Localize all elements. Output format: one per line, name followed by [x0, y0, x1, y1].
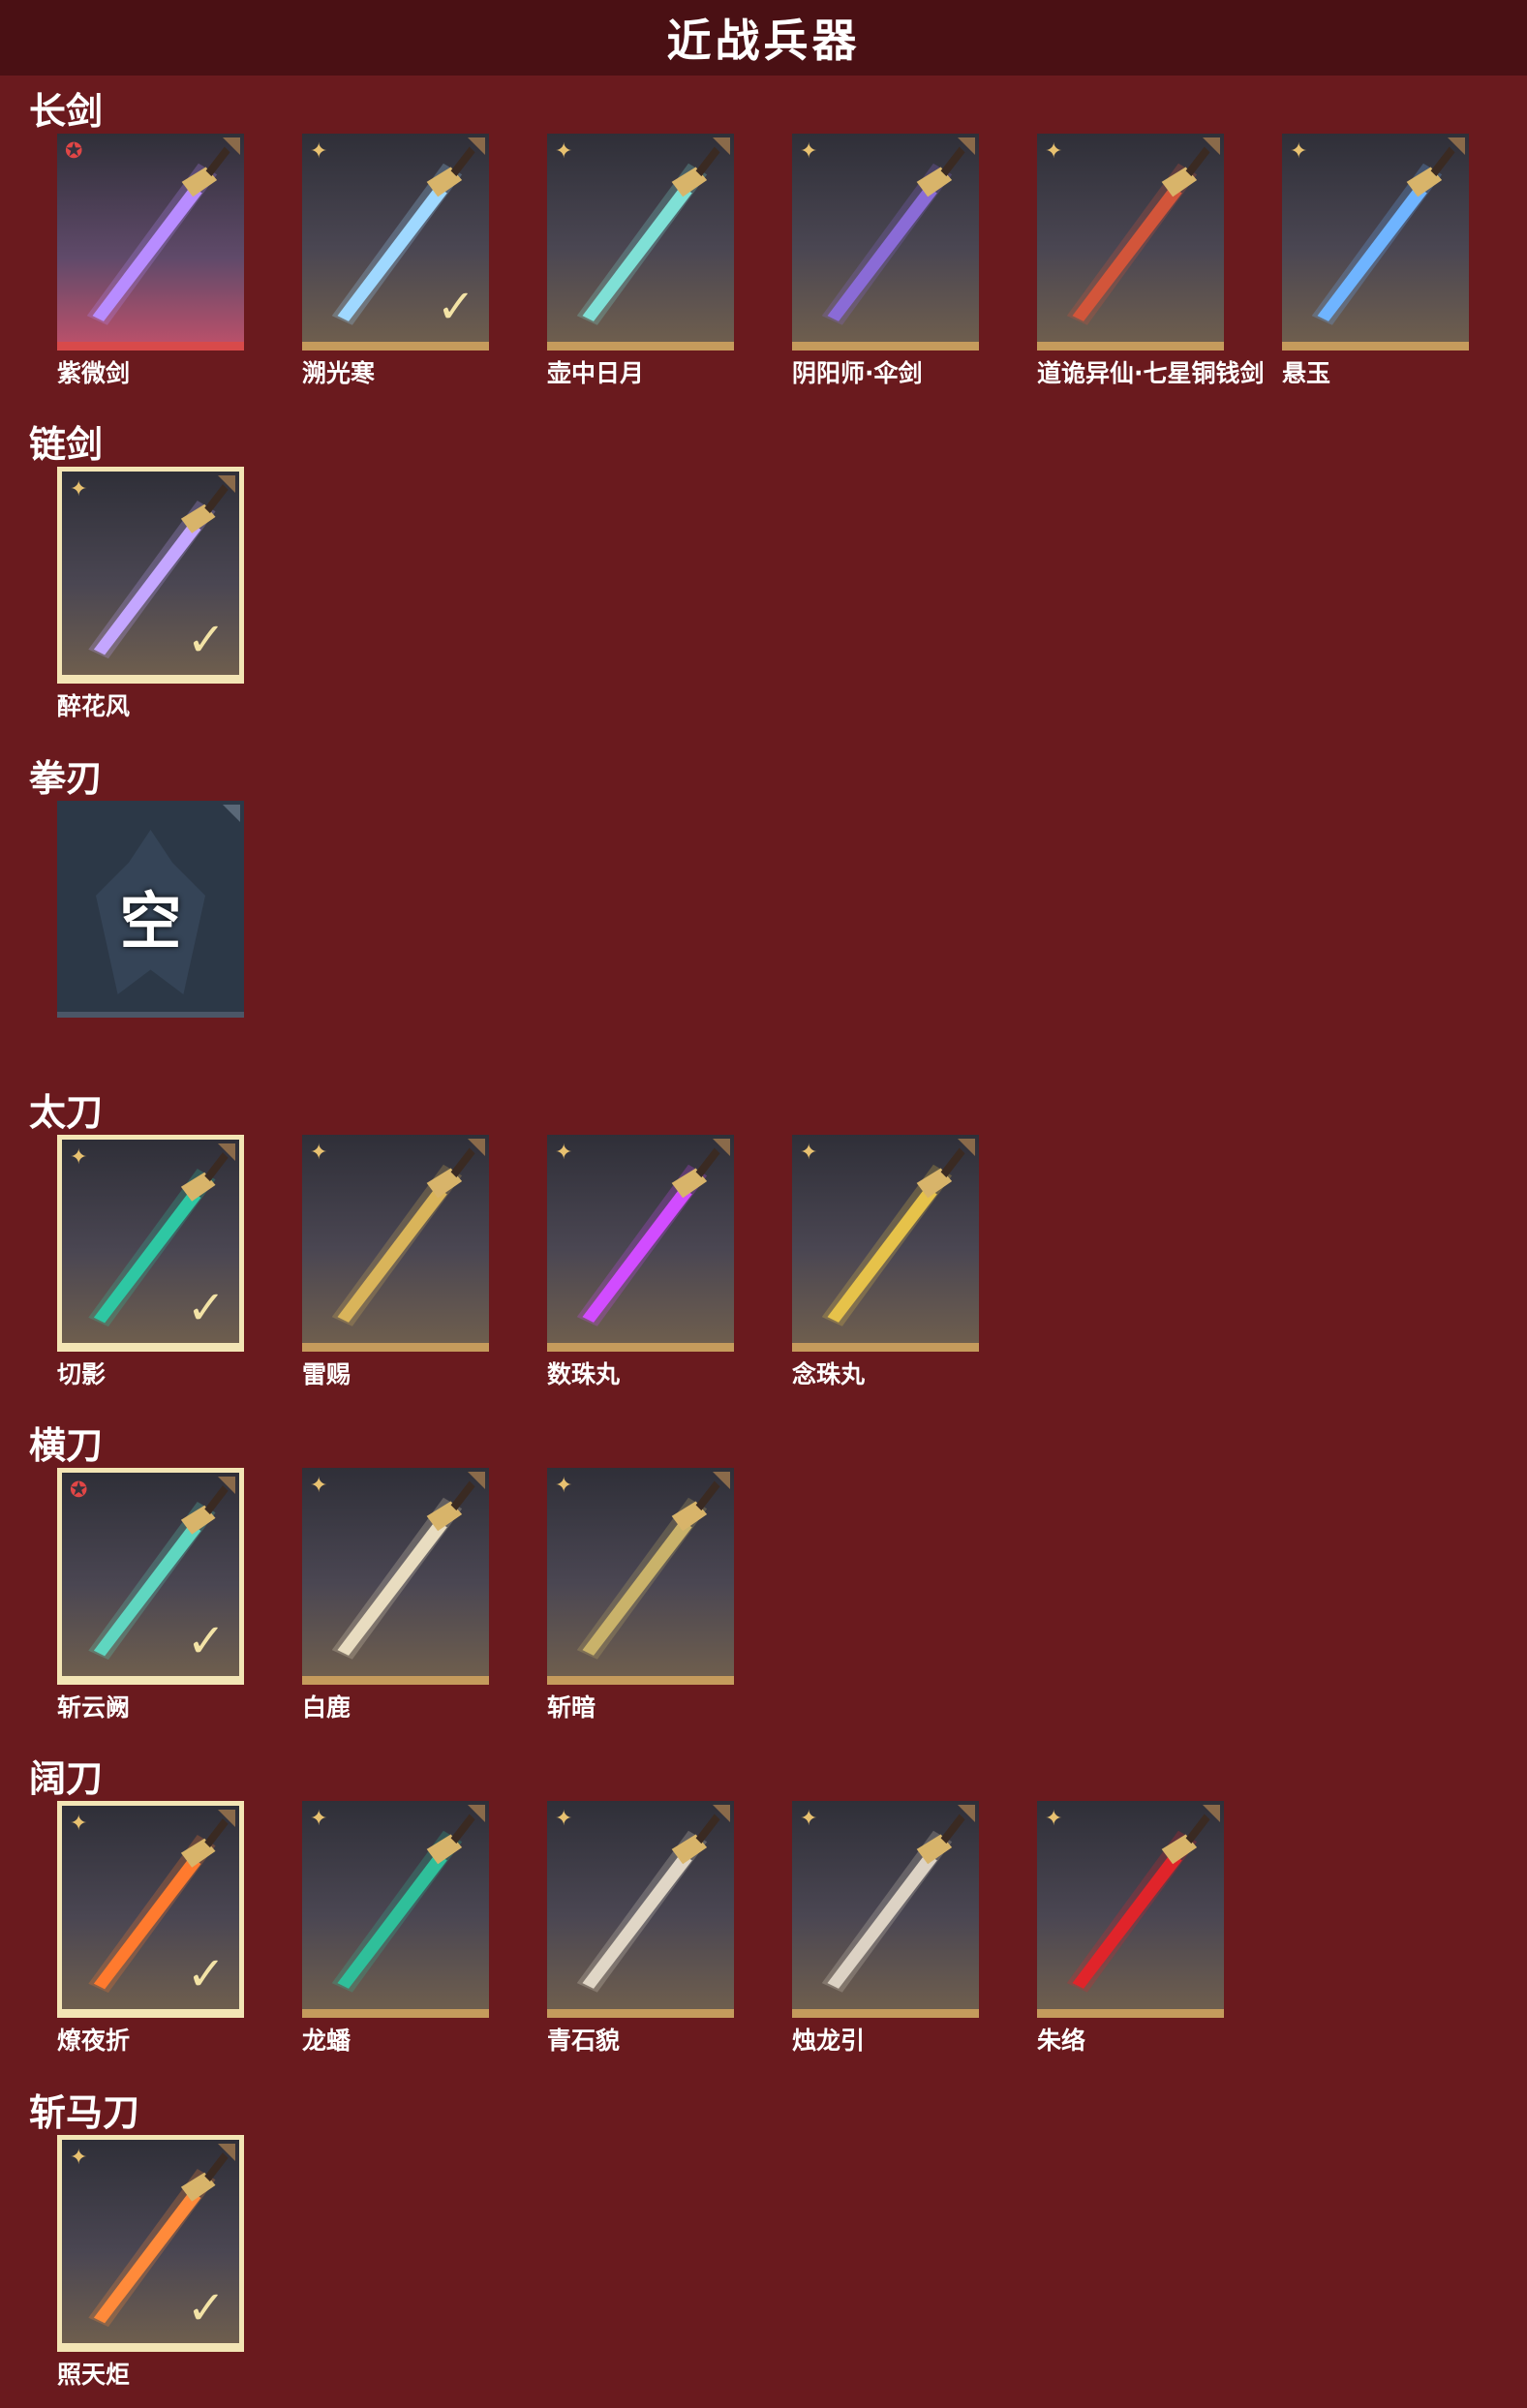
weapon-name: 悬玉 [1282, 359, 1331, 387]
gold-star-icon: ✦ [555, 1807, 573, 1831]
gold-star-icon: ✦ [70, 1812, 88, 1836]
weapon-artwork [1311, 146, 1455, 325]
weapon-name: 烛龙引 [792, 2027, 866, 2055]
weapon-name: 溯光寒 [302, 359, 376, 387]
red-star-icon: ✪ [65, 139, 83, 164]
weapon-name: 雷赐 [302, 1360, 351, 1388]
weapon-name: 斩云阙 [57, 1693, 131, 1722]
weapon-card[interactable]: ✦ [1037, 134, 1224, 351]
weapon-artwork [821, 146, 965, 325]
weapon-name: 朱络 [1037, 2027, 1086, 2055]
gold-star-icon: ✦ [310, 1141, 328, 1165]
weapon-artwork [331, 1147, 475, 1326]
page-title: 近战兵器 [666, 15, 861, 67]
weapon-card[interactable]: ✦ [792, 134, 979, 351]
corner-tab-icon [223, 805, 240, 822]
weapon-artwork [821, 1147, 965, 1326]
gold-star-icon: ✦ [310, 139, 328, 164]
gold-star-icon: ✦ [1290, 139, 1308, 164]
weapon-name: 壶中日月 [547, 359, 645, 387]
checkmark-icon: ✓ [186, 613, 226, 667]
gold-star-icon: ✦ [70, 477, 88, 502]
gold-star-icon: ✦ [1045, 1807, 1063, 1831]
weapon-name: 道诡异仙·七星铜钱剑 [1037, 359, 1265, 387]
gold-star-icon: ✦ [310, 1474, 328, 1498]
gold-star-icon: ✦ [800, 1141, 818, 1165]
weapon-name: 燎夜折 [57, 2027, 131, 2055]
weapon-card[interactable]: ✦ ✓ [57, 1801, 244, 2018]
weapon-name: 青石貌 [547, 2027, 621, 2055]
weapon-artwork [576, 1147, 720, 1326]
weapon-artwork [86, 146, 230, 325]
gold-star-icon: ✦ [555, 1141, 573, 1165]
weapon-card[interactable]: ✦ ✓ [302, 134, 489, 351]
gold-star-icon: ✦ [800, 139, 818, 164]
gold-star-icon: ✦ [1045, 139, 1063, 164]
weapon-card[interactable]: ✦ [1037, 1801, 1224, 2018]
gold-star-icon: ✦ [800, 1807, 818, 1831]
red-star-icon: ✪ [70, 1478, 88, 1503]
empty-slot-label: 空 [119, 887, 182, 959]
section-title: 拳刃 [29, 757, 104, 800]
section-title: 阔刀 [29, 1757, 104, 1800]
weapon-artwork [821, 1814, 965, 1993]
weapon-card[interactable]: ✪ [57, 134, 244, 351]
weapon-name: 龙蟠 [302, 2027, 351, 2055]
weapon-artwork [331, 1480, 475, 1660]
gold-star-icon: ✦ [70, 2146, 88, 2170]
gold-star-icon: ✦ [555, 139, 573, 164]
section-title: 长剑 [29, 90, 104, 133]
weapon-card[interactable]: ✦ [302, 1801, 489, 2018]
weapon-name: 醉花风 [57, 692, 131, 720]
weapon-card[interactable]: ✪ ✓ [57, 1468, 244, 1685]
weapon-artwork [1066, 146, 1210, 325]
weapon-card[interactable]: ✦ [302, 1135, 489, 1352]
weapon-artwork [576, 146, 720, 325]
weapon-name: 切影 [57, 1360, 107, 1388]
weapon-card[interactable]: ✦ [547, 1801, 734, 2018]
weapon-artwork [331, 1814, 475, 1993]
checkmark-icon: ✓ [186, 1614, 226, 1668]
checkmark-icon: ✓ [186, 1947, 226, 2001]
weapon-card[interactable]: ✦ ✓ [57, 1135, 244, 1352]
checkmark-icon: ✓ [436, 280, 475, 334]
section-title: 横刀 [29, 1424, 104, 1467]
checkmark-icon: ✓ [186, 1281, 226, 1335]
weapon-artwork [576, 1480, 720, 1660]
section-title: 斩马刀 [29, 2091, 140, 2134]
weapon-name: 数珠丸 [547, 1360, 621, 1388]
weapon-name: 阴阳师·伞剑 [792, 359, 923, 387]
weapon-card[interactable]: ✦ [1282, 134, 1469, 351]
gold-star-icon: ✦ [310, 1807, 328, 1831]
weapon-name: 白鹿 [302, 1693, 351, 1722]
weapon-name: 斩暗 [547, 1693, 596, 1722]
section-title: 链剑 [29, 423, 104, 466]
weapon-card[interactable]: ✦ ✓ [57, 2135, 244, 2352]
weapon-card[interactable]: ✦ ✓ [57, 467, 244, 684]
weapon-name: 紫微剑 [57, 359, 131, 387]
gold-star-icon: ✦ [70, 1145, 88, 1170]
weapon-card[interactable]: ✦ [792, 1135, 979, 1352]
weapon-card[interactable]: ✦ [792, 1801, 979, 2018]
empty-weapon-slot[interactable]: 空 [57, 801, 244, 1018]
weapon-name: 照天炬 [57, 2361, 131, 2389]
checkmark-icon: ✓ [186, 2281, 226, 2335]
weapon-card[interactable]: ✦ [547, 1135, 734, 1352]
weapon-name: 念珠丸 [792, 1360, 866, 1388]
weapon-card[interactable]: ✦ [547, 1468, 734, 1685]
weapon-card[interactable]: ✦ [547, 134, 734, 351]
weapon-artwork [576, 1814, 720, 1993]
weapon-artwork [1066, 1814, 1210, 1993]
page-header: 近战兵器 [0, 0, 1527, 76]
weapon-card[interactable]: ✦ [302, 1468, 489, 1685]
gold-star-icon: ✦ [555, 1474, 573, 1498]
section-title: 太刀 [29, 1091, 104, 1134]
